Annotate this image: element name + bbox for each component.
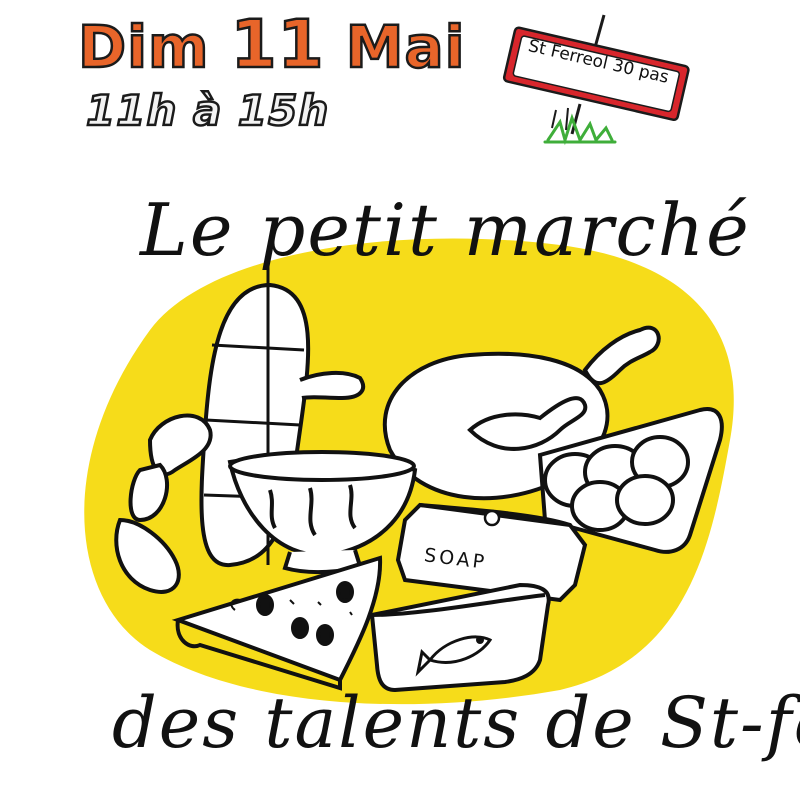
date-number: 11 [229, 5, 325, 85]
date-day: Dim [77, 12, 210, 83]
poster-title-line1: Le petit marché [140, 188, 751, 272]
market-poster: Dim 11 Mai 11h à 15h St Ferreol 30 pas L… [0, 0, 800, 800]
date-month: Mai [344, 12, 466, 83]
event-hours: 11h à 15h [85, 85, 330, 137]
poster-title-line2: des talents de St-fé [112, 682, 800, 764]
event-date: Dim 11 Mai [77, 5, 466, 85]
grass-icon [543, 113, 617, 146]
